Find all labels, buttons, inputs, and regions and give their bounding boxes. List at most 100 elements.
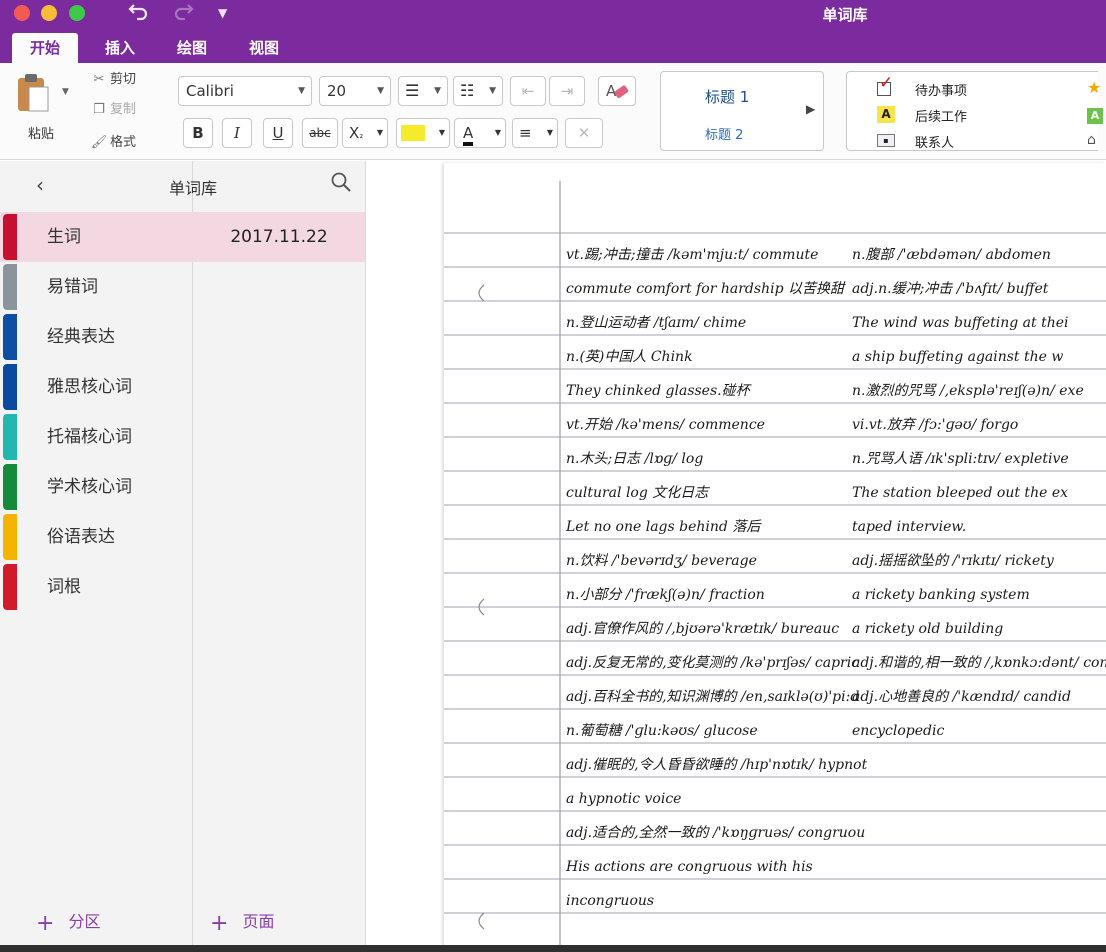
tab-view[interactable]: 视图: [234, 33, 294, 63]
caret-down-icon[interactable]: ▼: [218, 0, 227, 26]
handwritten-line: n.饮料 /'bevərɪdʒ/ beverage: [566, 553, 757, 569]
handwritten-line: taped interview.: [852, 519, 966, 535]
decrease-indent-icon: ⇤: [521, 82, 535, 100]
subscript-button[interactable]: X₂ ▼: [342, 118, 388, 148]
handwritten-line: vi.vt.放弃 /fɔ:'ɡəʊ/ forgo: [852, 417, 1018, 433]
handwritten-line: The wind was buffeting at thei: [852, 315, 1069, 331]
search-icon[interactable]: [330, 171, 352, 197]
clipboard-icon: [18, 74, 49, 112]
handwritten-line: a rickety banking system: [852, 587, 1030, 603]
clear-formatting-button[interactable]: A: [598, 76, 636, 106]
style-heading-1[interactable]: 标题 1: [705, 86, 749, 107]
font-size-select[interactable]: 20 ▼: [319, 76, 391, 106]
increase-indent-icon: ⇥: [560, 82, 574, 100]
green-a-icon[interactable]: A: [1087, 108, 1103, 124]
clear-formatting-icon: A: [606, 82, 629, 100]
font-family-select[interactable]: Calibri ▼: [178, 76, 312, 106]
handwritten-line: n.葡萄糖 /'ɡlu:kəʊs/ glucose: [566, 723, 758, 739]
handwritten-line: n.(英)中国人 Chink: [566, 349, 693, 365]
section-item-new-words[interactable]: 生词: [0, 212, 193, 262]
bold-button[interactable]: B: [183, 118, 213, 148]
page-item[interactable]: 2017.11.22: [193, 212, 365, 262]
handwritten-line: adj.官僚作风的 /,bjʊərə'krætɪk/ bureauc: [566, 621, 839, 637]
plus-icon: +: [36, 911, 55, 936]
notebook-header: ‹ 单词库: [20, 161, 366, 211]
handwriting: vt.踢;冲击;撞击 /kəm'mju:t/ commute commute co…: [565, 247, 1106, 909]
handwritten-line: n.激烈的咒骂 /,eksplə'reɪʃ(ə)n/ exe: [852, 383, 1084, 399]
style-heading-2[interactable]: 标题 2: [705, 124, 743, 143]
font-color-icon: A: [463, 124, 474, 146]
chevron-right-icon[interactable]: ▶: [806, 102, 815, 116]
handwritten-line: encyclopedic: [852, 723, 944, 739]
paste-label: 粘贴: [27, 127, 54, 142]
section-item-idioms[interactable]: 俗语表达: [0, 512, 193, 562]
tag-follow-up[interactable]: A 后续工作: [877, 104, 1037, 126]
numbered-list-button[interactable]: ☷ ▼: [453, 76, 503, 106]
section-item-ielts-core[interactable]: 雅思核心词: [0, 362, 193, 412]
svg-text:A: A: [606, 82, 617, 100]
bullet-list-icon: ☰: [405, 81, 420, 100]
tags-gallery: ✓ 待办事项 A 后续工作 ▪ 联系人 ★ A ⌂: [846, 71, 1103, 152]
notebook-name[interactable]: 单词库: [20, 175, 366, 199]
align-button[interactable]: ≡ ▼: [512, 118, 558, 148]
copy-button[interactable]: ❐ 复制: [88, 100, 136, 120]
bullet-list-button[interactable]: ☰ ▼: [398, 76, 448, 106]
handwritten-line: a hypnotic voice: [566, 791, 681, 807]
italic-button[interactable]: I: [222, 118, 252, 148]
tab-home[interactable]: 开始: [12, 33, 78, 63]
undo-icon[interactable]: [128, 0, 150, 26]
handwritten-line: a rickety old building: [852, 621, 1003, 637]
section-color-tab: [3, 514, 17, 560]
page-list: 2017.11.22: [193, 161, 366, 952]
letter-a-icon: A: [877, 106, 895, 123]
hole-punch-mark: [478, 912, 485, 930]
section-item-roots[interactable]: 词根: [0, 562, 193, 612]
section-list: 生词 易错词 经典表达 雅思核心词 托福核心词 学术核心词 俗语表达 词根: [0, 161, 193, 952]
handwritten-line: adj.反复无常的,变化莫测的 /kə'prɪʃəs/ capric: [566, 655, 859, 671]
close-window-button[interactable]: [14, 5, 30, 21]
paintbrush-icon: 🖌: [90, 135, 108, 150]
paste-button[interactable]: 粘贴: [14, 73, 64, 153]
section-color-tab: [3, 364, 17, 410]
handwritten-line: cultural log 文化日志: [566, 485, 710, 501]
hole-punch-mark: [478, 284, 485, 302]
handwritten-line: adj.百科全书的,知识渊博的 /en,saɪklə(ʊ)'pi:d: [566, 689, 859, 705]
handwritten-line: n.小部分 /'frækʃ(ə)n/ fraction: [566, 587, 765, 603]
decrease-indent-button[interactable]: ⇤: [510, 76, 546, 106]
x-icon: ✕: [577, 124, 591, 142]
redo-icon[interactable]: [172, 0, 194, 26]
tag-todo[interactable]: ✓ 待办事项: [877, 73, 1037, 100]
plus-icon: +: [210, 911, 229, 936]
window-bottom-edge: [0, 945, 1106, 952]
add-page-button[interactable]: + 页面: [210, 908, 274, 936]
highlight-button[interactable]: ▼: [396, 118, 450, 148]
increase-indent-button[interactable]: ⇥: [549, 76, 585, 106]
handwritten-line: n.木头;日志 /lɒɡ/ log: [566, 451, 703, 467]
tab-insert[interactable]: 插入: [90, 33, 150, 63]
section-item-toefl-core[interactable]: 托福核心词: [0, 412, 193, 462]
zoom-window-button[interactable]: [69, 5, 85, 21]
handwritten-line: adj.摇摇欲坠的 /'rɪkɪtɪ/ rickety: [852, 553, 1055, 569]
section-item-common-mistakes[interactable]: 易错词: [0, 262, 193, 312]
section-item-academic-core[interactable]: 学术核心词: [0, 462, 193, 512]
handwritten-line: n.咒骂人语 /ɪk'spli:tɪv/ expletive: [852, 451, 1069, 467]
format-painter-button[interactable]: 🖌 格式: [88, 133, 136, 153]
notebook-paper: vt.踢;冲击;撞击 /kəm'mju:t/ commute commute co…: [444, 181, 1106, 952]
add-section-button[interactable]: + 分区: [36, 908, 100, 936]
delete-button[interactable]: ✕: [565, 118, 603, 148]
tab-draw[interactable]: 绘图: [162, 33, 222, 63]
paste-options-caret-icon[interactable]: ▼: [62, 87, 69, 97]
home-icon[interactable]: ⌂: [1087, 132, 1096, 148]
subscript-icon: ₂: [359, 130, 364, 141]
strikethrough-button[interactable]: abc: [302, 118, 338, 148]
underline-button[interactable]: U: [263, 118, 293, 148]
font-color-button[interactable]: A ▼: [454, 118, 506, 148]
tag-contact[interactable]: ▪ 联系人: [877, 130, 1037, 152]
minimize-window-button[interactable]: [41, 5, 57, 21]
handwritten-line: vt.踢;冲击;撞击 /kəm'mju:t/ commute: [566, 247, 818, 263]
cut-button[interactable]: ✂ 剪切: [88, 70, 136, 90]
section-color-tab: [3, 414, 17, 460]
section-item-classic-expressions[interactable]: 经典表达: [0, 312, 193, 362]
section-color-tab: [3, 564, 17, 610]
star-icon[interactable]: ★: [1087, 78, 1101, 97]
